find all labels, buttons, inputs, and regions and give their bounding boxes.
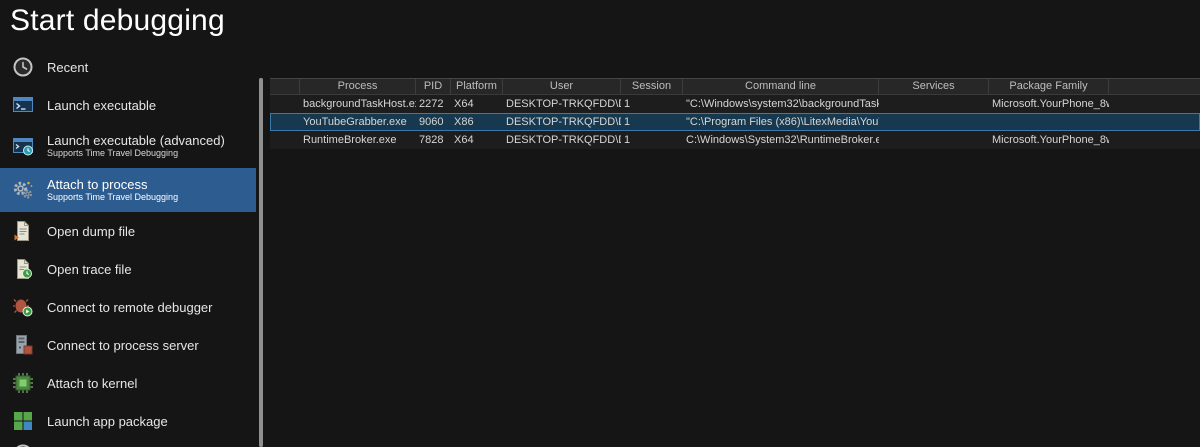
col-platform[interactable]: Platform: [451, 79, 503, 94]
cell-process: RuntimeBroker.exe: [300, 131, 416, 149]
sidebar-item-label: Connect to process server: [47, 338, 199, 353]
cell-command-line: "C:\Program Files (x86)\LitexMedia\YouTu…: [683, 113, 879, 131]
col-filler: [1109, 79, 1200, 94]
clock-icon: [12, 56, 34, 78]
remote-debugger-icon: [12, 296, 34, 318]
col-services[interactable]: Services: [879, 79, 989, 94]
sidebar-item-partial[interactable]: [0, 440, 256, 447]
sidebar-item-sublabel: Supports Time Travel Debugging: [47, 192, 178, 203]
process-server-icon: [12, 334, 34, 356]
col-selector: [270, 79, 300, 94]
col-process[interactable]: Process: [300, 79, 416, 94]
sidebar-item-label: Launch app package: [47, 414, 168, 429]
col-session[interactable]: Session: [621, 79, 683, 94]
cell-package-family: Microsoft.YourPhone_8wel: [989, 131, 1109, 149]
dump-file-icon: [12, 220, 34, 242]
sidebar-item-label: Connect to remote debugger: [47, 300, 213, 315]
cell-process: backgroundTaskHost.exe: [300, 95, 416, 113]
cell-pid: 7828: [416, 131, 451, 149]
sidebar-item-label: Launch executable: [47, 98, 156, 113]
cell-user: DESKTOP-TRKQFDD\DEVL: [503, 113, 621, 131]
cell-platform: X86: [451, 113, 503, 131]
sidebar-item-launch-app-package[interactable]: Launch app package: [0, 402, 256, 440]
cell-pid: 9060: [416, 113, 451, 131]
process-table: Process PID Platform User Session Comman…: [270, 78, 1200, 149]
kernel-icon: [12, 372, 34, 394]
trace-file-icon: [12, 258, 34, 280]
sidebar-item-open-trace-file[interactable]: Open trace file: [0, 250, 256, 288]
table-header: Process PID Platform User Session Comman…: [270, 78, 1200, 95]
sidebar: Recent Launch executable Launch executab…: [0, 48, 256, 447]
launch-executable-advanced-icon: [12, 135, 34, 157]
sidebar-item-label: Open dump file: [47, 224, 135, 239]
cell-session: 1: [621, 95, 683, 113]
table-row[interactable]: RuntimeBroker.exe 7828 X64 DESKTOP-TRKQF…: [270, 131, 1200, 149]
col-user[interactable]: User: [503, 79, 621, 94]
page-title: Start debugging: [10, 4, 225, 38]
cell-package-family: Microsoft.YourPhone_8wel: [989, 95, 1109, 113]
launch-executable-icon: [12, 94, 34, 116]
app-package-icon: [12, 410, 34, 432]
cell-platform: X64: [451, 95, 503, 113]
sidebar-scrollbar[interactable]: [259, 78, 263, 447]
cell-pid: 2272: [416, 95, 451, 113]
cell-user: DESKTOP-TRKQFDD\DEVL: [503, 95, 621, 113]
cell-session: 1: [621, 113, 683, 131]
sidebar-item-label: Open trace file: [47, 262, 132, 277]
table-row-selected[interactable]: YouTubeGrabber.exe 9060 X86 DESKTOP-TRKQ…: [270, 113, 1200, 131]
sidebar-item-launch-executable-advanced[interactable]: Launch executable (advanced) Supports Ti…: [0, 124, 256, 168]
sidebar-item-attach-to-kernel[interactable]: Attach to kernel: [0, 364, 256, 402]
table-row[interactable]: backgroundTaskHost.exe 2272 X64 DESKTOP-…: [270, 95, 1200, 113]
sidebar-scrollbar-thumb[interactable]: [259, 78, 263, 447]
sidebar-item-recent[interactable]: Recent: [0, 48, 256, 86]
partial-circle-icon: [12, 443, 34, 447]
sidebar-item-label: Launch executable (advanced): [47, 133, 225, 148]
sidebar-item-attach-to-process[interactable]: Attach to process Supports Time Travel D…: [0, 168, 256, 212]
col-command-line[interactable]: Command line: [683, 79, 879, 94]
sidebar-item-label: Attach to kernel: [47, 376, 137, 391]
sidebar-item-open-dump-file[interactable]: Open dump file: [0, 212, 256, 250]
cell-platform: X64: [451, 131, 503, 149]
sidebar-item-label: Attach to process: [47, 177, 178, 192]
sidebar-item-sublabel: Supports Time Travel Debugging: [47, 148, 225, 159]
cell-user: DESKTOP-TRKQFDD\DEVL: [503, 131, 621, 149]
cell-process: YouTubeGrabber.exe: [300, 113, 416, 131]
sidebar-item-label: Recent: [47, 60, 88, 75]
col-pid[interactable]: PID: [416, 79, 451, 94]
sidebar-item-connect-process-server[interactable]: Connect to process server: [0, 326, 256, 364]
sidebar-item-launch-executable[interactable]: Launch executable: [0, 86, 256, 124]
col-package-family[interactable]: Package Family: [989, 79, 1109, 94]
cell-command-line: C:\Windows\System32\RuntimeBroker.exe -: [683, 131, 879, 149]
sidebar-item-connect-remote-debugger[interactable]: Connect to remote debugger: [0, 288, 256, 326]
cell-session: 1: [621, 131, 683, 149]
gears-icon: [12, 179, 34, 201]
cell-command-line: "C:\Windows\system32\backgroundTaskHo: [683, 95, 879, 113]
